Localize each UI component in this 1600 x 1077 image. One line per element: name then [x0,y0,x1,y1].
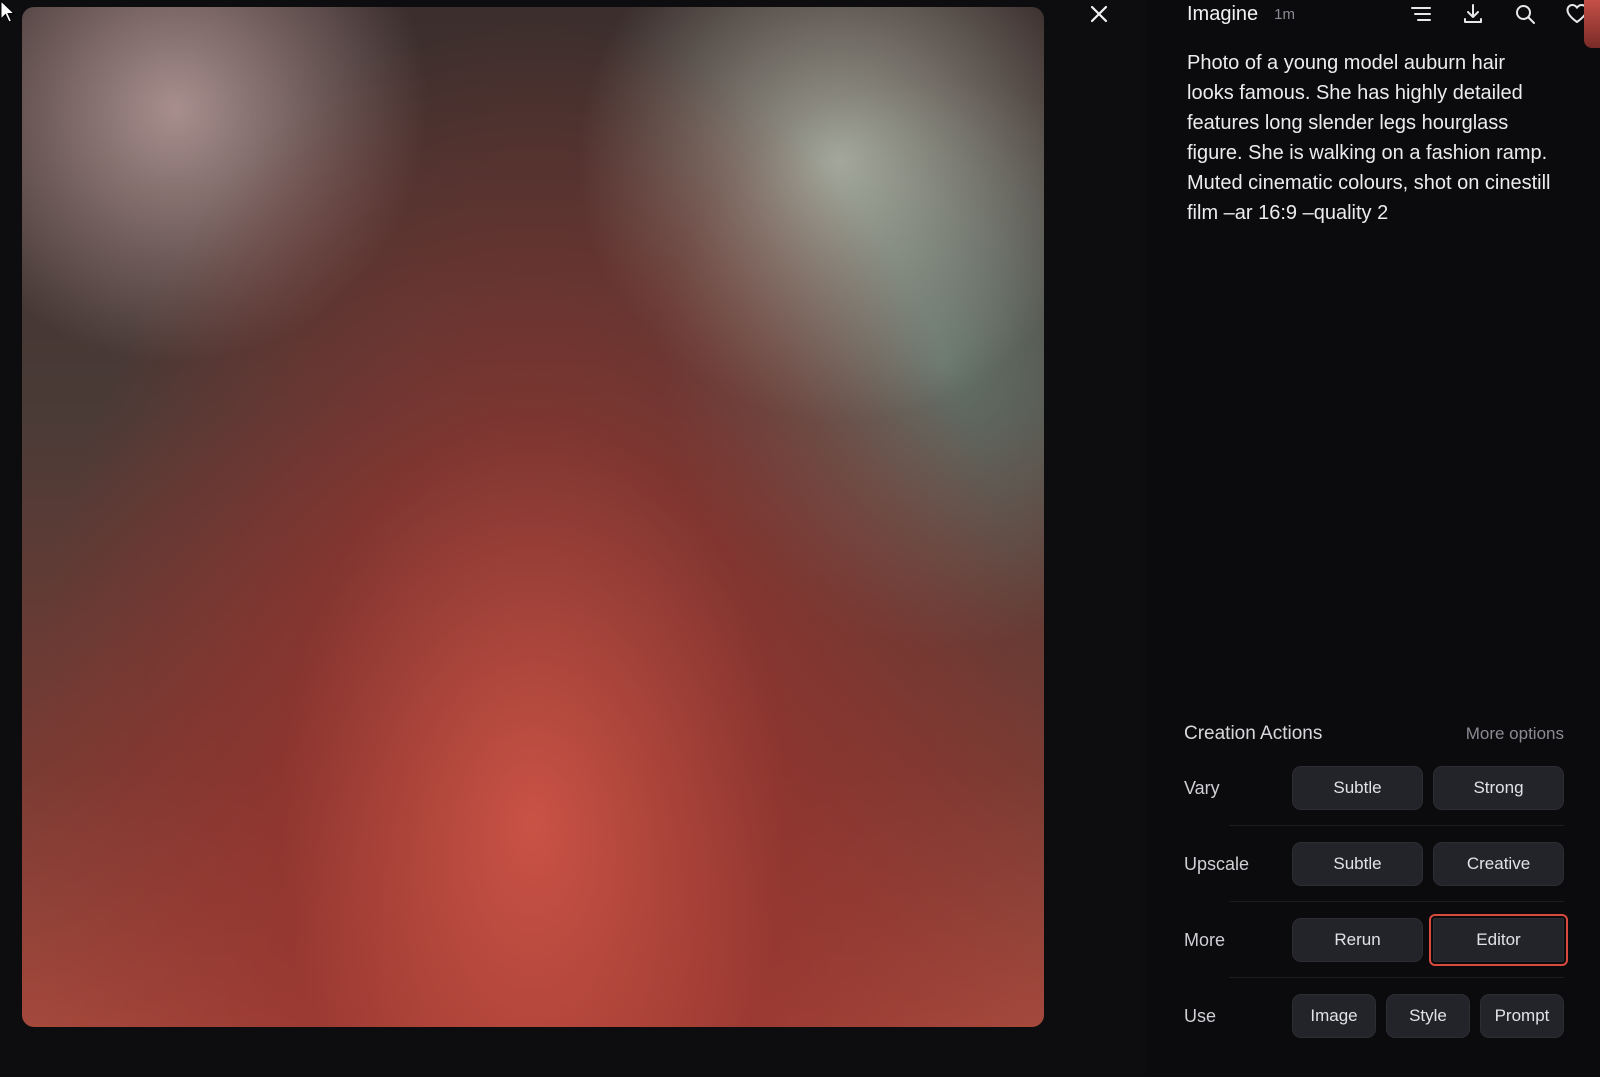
menu-button[interactable] [1395,0,1447,28]
row-label: More [1184,929,1226,950]
use-prompt-button[interactable]: Prompt [1480,994,1564,1038]
vary-strong-button[interactable]: Strong [1433,766,1564,810]
row-label: Use [1184,1005,1217,1026]
use-style-button[interactable]: Style [1386,994,1470,1038]
mouse-cursor-icon [0,0,16,23]
row-label: Vary [1184,777,1220,798]
upscale-creative-button[interactable]: Creative [1433,842,1564,886]
more-options-link[interactable]: More options [1466,724,1564,744]
close-icon [1090,5,1108,23]
search-button[interactable] [1499,0,1551,28]
prompt-text: Photo of a young model auburn hair looks… [1187,52,1551,224]
close-button[interactable] [1085,0,1113,28]
vary-subtle-button[interactable]: Subtle [1292,766,1423,810]
use-image-button[interactable]: Image [1292,994,1376,1038]
upscale-subtle-button[interactable]: Subtle [1292,842,1423,886]
editor-button[interactable]: Editor [1429,914,1568,966]
vary-row: Vary Subtle Strong [1184,750,1564,826]
row-label: Upscale [1184,853,1250,874]
image-viewer [0,0,1145,1077]
panel-header: Imagine 1m [1187,0,1588,28]
download-button[interactable] [1447,0,1499,28]
use-row: Use Image Style Prompt [1184,978,1564,1054]
download-icon [1464,4,1482,23]
creation-actions-header: Creation Actions More options [1184,718,1564,750]
rerun-button[interactable]: Rerun [1292,918,1423,962]
generated-image[interactable] [22,7,1044,1027]
time-ago: 1m [1274,5,1295,23]
creation-actions: Creation Actions More options Vary Subtl… [1184,718,1568,1054]
search-icon [1516,5,1535,24]
details-panel: Imagine 1m Photo of a young model auburn… [1145,0,1600,1077]
panel-title: Imagine [1187,2,1259,25]
upscale-row: Upscale Subtle Creative [1184,826,1564,902]
more-row: More Rerun Editor [1184,902,1568,978]
menu-icon [1411,7,1431,21]
header-toolbar [1395,0,1600,28]
creation-actions-title: Creation Actions [1184,723,1323,744]
adjacent-thumbnail[interactable] [1584,0,1600,48]
